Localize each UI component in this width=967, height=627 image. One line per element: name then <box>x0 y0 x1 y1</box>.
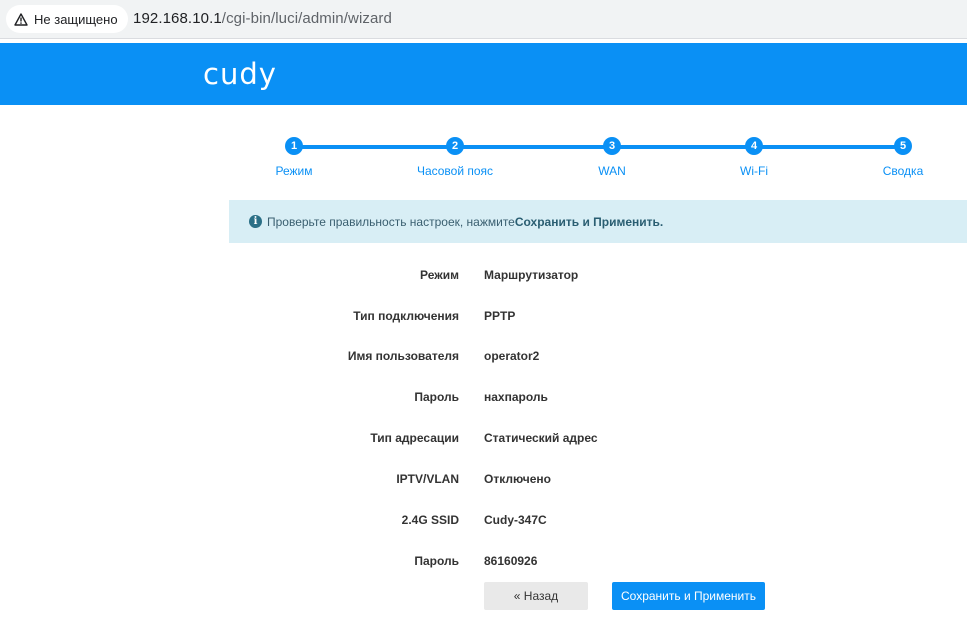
summary-value: operator2 <box>484 349 540 363</box>
info-icon: i <box>249 215 262 228</box>
security-indicator[interactable]: Не защищено <box>6 5 128 33</box>
warning-icon <box>14 12 28 26</box>
summary-value: 86160926 <box>484 554 538 568</box>
browser-address-bar[interactable]: Не защищено 192.168.10.1/cgi-bin/luci/ad… <box>0 0 967 39</box>
summary-value: нахпароль <box>484 390 548 404</box>
url-path: /cgi-bin/luci/admin/wizard <box>221 10 392 27</box>
summary-row-addressing-type: Тип адресации Статический адрес <box>0 431 967 451</box>
info-notice: i Проверьте правильность настроек, нажми… <box>229 200 967 243</box>
cudy-logo: cudy <box>203 57 277 91</box>
summary-label: Тип подключения <box>353 309 459 323</box>
info-highlight: Сохранить и Применить. <box>514 214 664 229</box>
security-label: Не защищено <box>34 11 118 27</box>
step-5-label[interactable]: Сводка <box>883 164 924 178</box>
url-text[interactable]: 192.168.10.1/cgi-bin/luci/admin/wizard <box>133 10 392 27</box>
step-5-marker[interactable]: 5 <box>894 137 912 155</box>
step-2-label[interactable]: Часовой пояс <box>417 164 493 178</box>
url-host: 192.168.10.1 <box>133 10 222 27</box>
summary-row-wifi-password: Пароль 86160926 <box>0 554 967 574</box>
step-1-marker[interactable]: 1 <box>285 137 303 155</box>
summary-value: Статический адрес <box>484 431 598 445</box>
summary-row-username: Имя пользователя operator2 <box>0 349 967 369</box>
top-header <box>0 43 967 105</box>
summary-row-iptv-vlan: IPTV/VLAN Отключено <box>0 472 967 492</box>
step-2-marker[interactable]: 2 <box>446 137 464 155</box>
summary-label: Пароль <box>414 554 459 568</box>
summary-row-mode: Режим Маршрутизатор <box>0 268 967 288</box>
summary-label: 2.4G SSID <box>401 513 459 527</box>
summary-value: Маршрутизатор <box>484 268 579 282</box>
summary-row-ssid: 2.4G SSID Cudy-347C <box>0 513 967 533</box>
summary-label: Имя пользователя <box>347 349 459 363</box>
summary-label: Режим <box>420 268 459 282</box>
step-4-label[interactable]: Wi-Fi <box>740 164 768 178</box>
summary-label: Тип адресации <box>370 431 459 445</box>
step-3-label[interactable]: WAN <box>598 164 626 178</box>
stepper-progress-line <box>294 145 903 149</box>
back-button[interactable]: « Назад <box>484 582 588 610</box>
step-3-marker[interactable]: 3 <box>603 137 621 155</box>
summary-value: Cudy-347C <box>484 513 547 527</box>
summary-value: PPTP <box>484 309 516 323</box>
summary-label: IPTV/VLAN <box>396 472 459 486</box>
info-text: Проверьте правильность настроек, нажмите <box>267 214 515 229</box>
summary-value: Отключено <box>484 472 551 486</box>
step-4-marker[interactable]: 4 <box>745 137 763 155</box>
summary-label: Пароль <box>414 390 459 404</box>
save-apply-button[interactable]: Сохранить и Применить <box>612 582 765 610</box>
summary-row-connection-type: Тип подключения PPTP <box>0 309 967 329</box>
step-1-label[interactable]: Режим <box>276 164 313 178</box>
summary-row-password: Пароль нахпароль <box>0 390 967 410</box>
